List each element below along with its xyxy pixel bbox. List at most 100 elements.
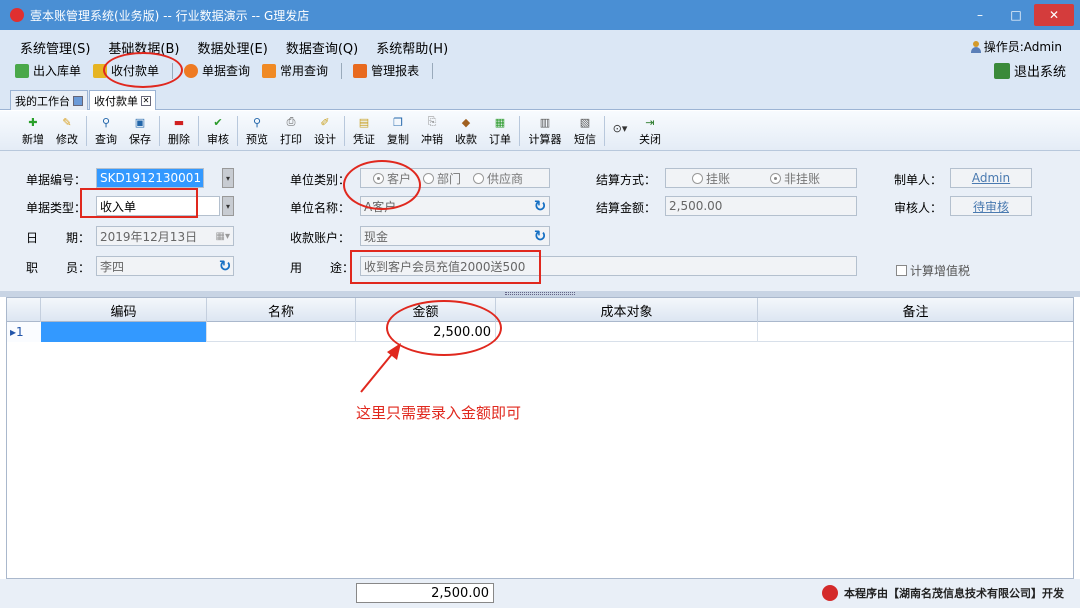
save-icon: ▣ [134,115,146,129]
collect-button[interactable]: ◆ 收款 [449,111,483,147]
detail-grid: 编码 名称 金额 成本对象 备注 ▸ 1 2,500.00 [6,297,1074,579]
toolbar-separator [344,116,345,146]
grid-corner [7,298,41,322]
doc-no-label: 单据编号： [26,173,87,187]
radio-customer[interactable]: 客户 [373,170,411,187]
delete-button[interactable]: ▬ 删除 [162,111,196,147]
settle-method-radio-group: 挂账 非挂账 [665,168,857,188]
unit-type-radio-group: 客户 部门 供应商 [360,168,550,188]
cell-amount[interactable]: 2,500.00 [356,322,496,342]
print-button[interactable]: ⎙ 打印 [274,111,308,147]
row-indicator[interactable]: ▸ 1 [7,322,41,342]
new-button[interactable]: ✚ 新增 [16,111,50,147]
cell-name[interactable] [207,322,356,342]
settle-method-label: 结算方式： [596,173,657,187]
staff-field[interactable]: 李四 [96,256,234,276]
calculator-button[interactable]: ▥ 计算器 [522,111,568,147]
app-logo-icon [10,8,24,22]
auditor-field: 待审核 [950,196,1032,216]
table-row[interactable]: ▸ 1 2,500.00 [7,322,1073,342]
amount-total: 2,500.00 [356,583,494,603]
voucher-button[interactable]: ▤ 凭证 [347,111,381,147]
unit-type-label: 单位类别： [290,173,351,187]
cell-cost-object[interactable] [496,322,758,342]
audit-button[interactable]: ✔ 审核 [201,111,235,147]
calendar-icon[interactable]: ▦▾ [216,231,230,242]
radio-not-on-account[interactable]: 非挂账 [770,170,820,187]
unit-name-refresh-icon[interactable]: ↻ [532,198,548,214]
toolbar-separator [519,116,520,146]
more-options-button[interactable]: ⊙▾ [607,111,633,137]
doc-no-field[interactable]: SKD1912130001 [96,168,204,188]
maker-field: Admin [950,168,1032,188]
maximize-button[interactable]: □ [998,0,1034,30]
settings-dropdown-icon: ⊙▾ [612,121,628,135]
date-field[interactable]: 2019年12月13日 ▦▾ [96,226,234,246]
close-window-button[interactable]: ✕ [1034,4,1074,26]
quick-payment-doc-button[interactable]: 收付款单 [88,61,164,80]
minimize-button[interactable]: – [962,0,998,30]
col-header-code[interactable]: 编码 [41,298,207,322]
quick-common-query-button[interactable]: 常用查询 [257,61,333,80]
quick-separator [172,62,174,79]
sms-button[interactable]: ▧ 短信 [568,111,602,147]
radio-on-account-label: 挂账 [706,171,731,186]
doc-type-select[interactable]: 收入单 [96,196,220,216]
menu-base-data[interactable]: 基础数据(B) [102,36,185,59]
account-field[interactable]: 现金 [360,226,550,246]
radio-supplier[interactable]: 供应商 [473,170,523,187]
query-button[interactable]: ⚲ 查询 [89,111,123,147]
row-index: 1 [16,325,24,339]
menu-help[interactable]: 系统帮助(H) [370,36,454,59]
quick-reports-button[interactable]: 管理报表 [348,61,424,80]
menu-system[interactable]: 系统管理(S) [14,36,96,59]
radio-not-on-account-dot [770,172,782,184]
cell-code[interactable] [41,322,207,342]
window-controls: – □ ✕ [962,0,1080,30]
radio-customer-label: 客户 [387,171,412,186]
annotation-note: 这里只需要录入金额即可 [356,404,522,422]
unit-name-field[interactable]: A客户 [360,196,550,216]
purpose-field[interactable]: 收到客户会员充值2000送500 [360,256,857,276]
radio-department-dot [423,172,435,184]
preview-button[interactable]: ⚲ 预览 [240,111,274,147]
calculator-icon: ▥ [539,115,551,129]
order-button[interactable]: ▦ 订单 [483,111,517,147]
sms-label: 短信 [574,133,596,146]
quick-stock-doc-button[interactable]: 出入库单 [10,61,86,80]
col-header-cost-object[interactable]: 成本对象 [496,298,758,322]
unit-name-label: 单位名称： [290,201,351,215]
vat-checkbox[interactable]: 计算增值税 [896,262,970,279]
chart-icon [262,63,277,78]
doc-no-dropdown-icon[interactable]: ▾ [222,168,234,188]
tab-close-icon[interactable]: ✕ [141,95,151,106]
radio-department[interactable]: 部门 [423,170,461,187]
edit-button[interactable]: ✎ 修改 [50,111,84,147]
money-bag-icon: ◆ [461,115,471,129]
staff-refresh-icon[interactable]: ↻ [217,258,233,274]
account-refresh-icon[interactable]: ↻ [532,228,548,244]
quick-doc-query-button[interactable]: 单据查询 [179,61,255,80]
delete-icon: ▬ [173,115,185,129]
col-header-note[interactable]: 备注 [758,298,1073,322]
cell-note[interactable] [758,322,1073,342]
col-header-amount[interactable]: 金额 [356,298,496,322]
auditor-label: 审核人： [894,201,943,215]
radio-on-account[interactable]: 挂账 [692,170,730,187]
tab-workbench[interactable]: 我的工作台 [10,90,88,110]
col-header-name[interactable]: 名称 [207,298,356,322]
copy-button[interactable]: ❐ 复制 [381,111,415,147]
print-label: 打印 [280,133,302,146]
radio-customer-dot [373,172,384,184]
exit-system-button[interactable]: 退出系统 [993,61,1066,80]
design-button[interactable]: ✐ 设计 [308,111,342,147]
menu-data-query[interactable]: 数据查询(Q) [280,36,364,59]
close-doc-button[interactable]: ⇥ 关闭 [633,111,667,147]
tab-payment-doc[interactable]: 收付款单 ✕ [89,90,156,110]
check-icon: ✔ [213,115,223,129]
toolbar-separator [86,116,87,146]
menu-data-processing[interactable]: 数据处理(E) [191,36,273,59]
reverse-button[interactable]: ⎘ 冲销 [415,111,449,147]
doc-type-dropdown-icon[interactable]: ▾ [222,196,234,216]
save-button[interactable]: ▣ 保存 [123,111,157,147]
